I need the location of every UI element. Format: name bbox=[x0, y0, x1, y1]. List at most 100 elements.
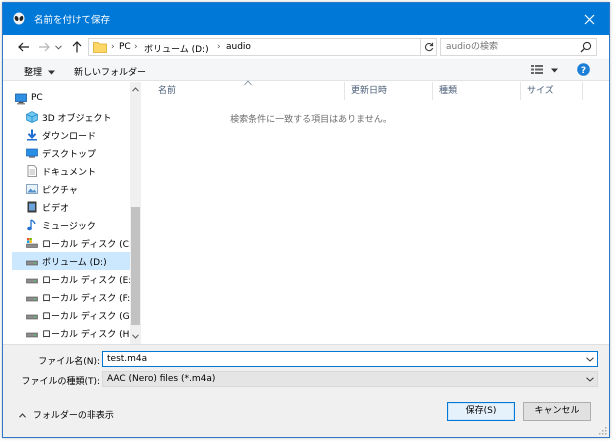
chevron-down-icon bbox=[54, 44, 62, 50]
filetype-select[interactable]: AAC (Nero) files (*.m4a) bbox=[102, 371, 598, 387]
nav-item-label: ボリューム (D:) bbox=[42, 258, 107, 268]
title-bar: 名前を付けて保存 bbox=[3, 3, 609, 35]
column-header-type[interactable]: 種類 bbox=[433, 82, 521, 100]
address-row: › PC › ボリューム (D:) › audio bbox=[3, 35, 609, 59]
filename-combobox[interactable] bbox=[102, 351, 598, 367]
search-box[interactable] bbox=[440, 38, 597, 56]
forward-button[interactable] bbox=[36, 39, 52, 55]
nav-item-drive-g[interactable]: ローカル ディスク (G:) bbox=[12, 306, 136, 324]
command-bar: 整理 新しいフォルダー ? bbox=[3, 59, 609, 81]
nav-item-label: ローカル ディスク (E:) bbox=[42, 276, 135, 286]
column-header-size[interactable]: サイズ bbox=[521, 82, 583, 100]
column-label: 更新日時 bbox=[351, 86, 388, 96]
breadcrumb-pc[interactable]: PC bbox=[119, 42, 131, 52]
filename-input[interactable] bbox=[103, 352, 577, 366]
caret-down-icon bbox=[550, 68, 558, 73]
alien-app-icon bbox=[13, 12, 25, 25]
scroll-up-button[interactable] bbox=[130, 84, 141, 95]
nav-item-drive-c[interactable]: ローカル ディスク (C:) bbox=[12, 234, 135, 252]
save-as-dialog: 名前を付けて保存 › PC › ボリューム (D:) › audio audio… bbox=[2, 2, 610, 438]
drive-icon bbox=[26, 332, 38, 338]
nav-item-pictures[interactable]: ピクチャ bbox=[12, 180, 130, 198]
column-label: 種類 bbox=[439, 86, 458, 96]
search-icon bbox=[580, 41, 592, 53]
scroll-down-button[interactable] bbox=[130, 331, 141, 342]
download-icon bbox=[27, 129, 37, 141]
folder-icon bbox=[93, 42, 107, 53]
filename-label: ファイル名(N): bbox=[38, 357, 100, 367]
pictures-icon bbox=[26, 184, 38, 194]
arrow-right-icon bbox=[39, 42, 50, 52]
hide-folders-label: フォルダーの非表示 bbox=[32, 411, 114, 421]
breadcrumb-separator: › bbox=[111, 42, 115, 52]
drive-icon bbox=[26, 260, 38, 266]
nav-item-label: デスクトップ bbox=[42, 150, 97, 160]
nav-item-drive-h[interactable]: ローカル ディスク (H:) bbox=[12, 324, 136, 342]
empty-folder-message: 検索条件に一致する項目はありません。 bbox=[230, 115, 392, 125]
chevron-down-icon bbox=[585, 357, 594, 362]
nav-item-3d-objects[interactable]: 3D オブジェクト bbox=[12, 108, 130, 126]
close-button[interactable] bbox=[569, 3, 609, 35]
nav-item-volume-d[interactable]: ボリューム (D:) bbox=[12, 252, 130, 270]
address-bar[interactable]: › PC › ボリューム (D:) › audio bbox=[88, 38, 502, 56]
resize-grip-icon[interactable] bbox=[599, 427, 607, 435]
desktop-icon bbox=[26, 148, 38, 158]
nav-item-label: ローカル ディスク (G:) bbox=[42, 312, 137, 322]
arrow-left-icon bbox=[18, 42, 29, 52]
nav-item-drive-e[interactable]: ローカル ディスク (E:) bbox=[12, 270, 135, 288]
sort-ascending-icon bbox=[244, 80, 252, 86]
nav-item-pc[interactable]: PC bbox=[12, 90, 130, 108]
new-folder-button[interactable]: 新しいフォルダー bbox=[74, 65, 146, 78]
chevron-down-icon bbox=[132, 334, 139, 339]
nav-item-label: 3D オブジェクト bbox=[42, 114, 112, 124]
nav-scrollbar[interactable] bbox=[130, 82, 141, 344]
window-title: 名前を付けて保存 bbox=[34, 15, 111, 26]
nav-item-downloads[interactable]: ダウンロード bbox=[12, 126, 130, 144]
save-options-panel: ファイル名(N): ファイルの種類(T): AAC (Nero) files (… bbox=[3, 344, 609, 437]
nav-item-label: ビデオ bbox=[42, 204, 70, 214]
nav-item-label: ダウンロード bbox=[42, 132, 97, 142]
filetype-label: ファイルの種類(T): bbox=[21, 377, 100, 387]
filetype-value: AAC (Nero) files (*.m4a) bbox=[107, 374, 216, 384]
nav-item-music[interactable]: ミュージック bbox=[12, 216, 130, 234]
video-icon bbox=[27, 201, 37, 213]
back-button[interactable] bbox=[16, 39, 32, 55]
save-button[interactable]: 保存(S) bbox=[447, 402, 515, 421]
search-input[interactable] bbox=[441, 39, 576, 55]
scroll-thumb[interactable] bbox=[131, 207, 140, 325]
3d-objects-icon bbox=[26, 111, 38, 123]
nav-item-label: ドキュメント bbox=[42, 168, 97, 178]
cancel-button[interactable]: キャンセル bbox=[523, 402, 591, 421]
breadcrumb-audio[interactable]: audio bbox=[226, 42, 251, 52]
nav-item-label: PC bbox=[31, 93, 43, 103]
nav-item-documents[interactable]: ドキュメント bbox=[12, 162, 130, 180]
drive-icon bbox=[26, 314, 38, 320]
column-header-modified[interactable]: 更新日時 bbox=[345, 82, 433, 100]
nav-item-drive-f[interactable]: ローカル ディスク (F:) bbox=[12, 288, 134, 306]
nav-item-label: ピクチャ bbox=[42, 186, 78, 196]
pc-icon bbox=[15, 93, 27, 105]
recent-locations-button[interactable] bbox=[53, 39, 63, 55]
breadcrumb-separator: › bbox=[217, 42, 221, 52]
refresh-button[interactable] bbox=[421, 38, 437, 56]
help-button[interactable]: ? bbox=[577, 63, 590, 79]
system-drive-icon bbox=[26, 238, 38, 248]
organize-menu-button[interactable]: 整理 bbox=[24, 65, 55, 78]
arrow-up-icon bbox=[72, 41, 82, 53]
breadcrumb-volume-d[interactable]: ボリューム (D:) bbox=[144, 42, 209, 55]
navigation-pane: PC 3D オブジェクト ダウンロード デスクトップ ドキュメント ピクチャ ビ… bbox=[12, 82, 141, 344]
nav-item-desktop[interactable]: デスクトップ bbox=[12, 144, 130, 162]
caret-down-icon bbox=[47, 70, 55, 75]
nav-item-label: ミュージック bbox=[42, 222, 96, 232]
filename-dropdown-button[interactable] bbox=[585, 355, 594, 364]
up-button[interactable] bbox=[69, 39, 85, 55]
close-icon bbox=[584, 14, 594, 24]
chevron-up-icon bbox=[132, 87, 139, 92]
nav-item-label: ローカル ディスク (F:) bbox=[42, 294, 134, 304]
nav-item-label: ローカル ディスク (C:) bbox=[42, 240, 136, 250]
hide-folders-button[interactable]: フォルダーの非表示 bbox=[19, 408, 114, 421]
nav-item-videos[interactable]: ビデオ bbox=[12, 198, 130, 216]
filetype-dropdown-button[interactable] bbox=[585, 375, 594, 384]
view-options-button[interactable] bbox=[531, 64, 558, 78]
file-list: 名前 更新日時 種類 サイズ 検索条件に一致する項目はありません。 bbox=[141, 80, 607, 344]
